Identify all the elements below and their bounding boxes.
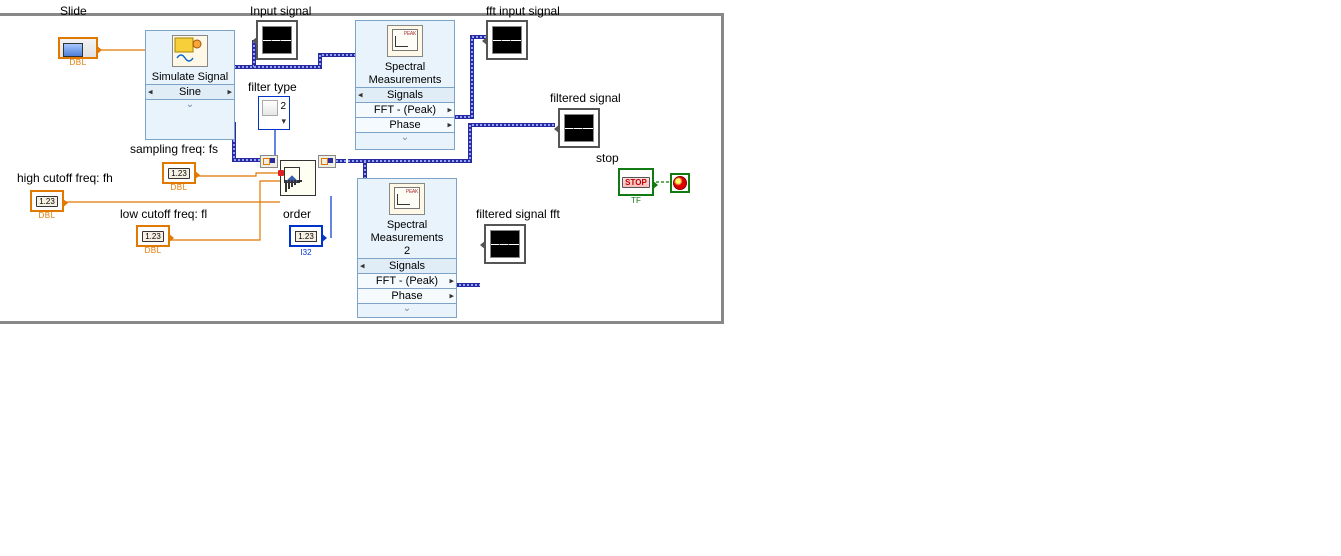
stop-dot-icon — [673, 176, 687, 190]
slide-terminal[interactable]: DBL — [58, 37, 98, 59]
spectral-measurements-2-vi[interactable]: Spectral Measurements 2 ◂Signals FFT - (… — [357, 178, 457, 318]
dbl-type-tag: DBL — [32, 211, 62, 222]
spectral-icon — [387, 25, 423, 57]
sampling-freq-terminal[interactable]: 1.23 DBL — [162, 162, 196, 184]
filter-type-value: 2 — [280, 101, 286, 112]
simulate-signal-title: Simulate Signal — [146, 69, 234, 84]
order-label: order — [283, 207, 311, 221]
dbl-badge: 1.23 — [142, 231, 164, 242]
spectral2-title-line3: 2 — [358, 245, 456, 258]
stop-button-icon: STOP — [622, 177, 650, 188]
i32-type-tag: I32 — [291, 248, 321, 257]
stop-button-terminal[interactable]: STOP TF — [618, 168, 654, 196]
dropdown-caret-icon[interactable]: ▾ — [281, 116, 286, 127]
spectral-icon — [389, 183, 425, 215]
order-terminal[interactable]: 1.23 I32 — [289, 225, 323, 247]
filtered-signal-label: filtered signal — [550, 91, 621, 105]
high-cutoff-label: high cutoff freq: fh — [17, 171, 113, 185]
simulate-signal-expand[interactable]: ⌄ — [146, 99, 234, 111]
spectral1-row-signals[interactable]: ◂Signals — [356, 87, 454, 102]
digital-filter-node[interactable] — [280, 160, 316, 196]
spectral2-row-phase[interactable]: Phase▸ — [358, 288, 456, 303]
input-signal-graph-terminal[interactable] — [256, 20, 298, 60]
sampling-freq-label: sampling freq: fs — [130, 142, 218, 156]
filtered-signal-fft-label: filtered signal fft — [476, 207, 560, 221]
convert-to-array-node[interactable] — [260, 155, 278, 168]
convert-to-dynamic-node[interactable] — [318, 155, 336, 168]
dbl-badge: 1.23 — [168, 168, 190, 179]
spectral1-row-fft[interactable]: FFT - (Peak)▸ — [356, 102, 454, 117]
simulate-signal-vi[interactable]: Simulate Signal ◂Sine▸ ⌄ — [145, 30, 235, 140]
spectral2-row-fft[interactable]: FFT - (Peak)▸ — [358, 273, 456, 288]
filtered-signal-fft-graph-terminal[interactable] — [484, 224, 526, 264]
low-cutoff-terminal[interactable]: 1.23 DBL — [136, 225, 170, 247]
dbl-type-tag: DBL — [138, 246, 168, 257]
filter-type-ring[interactable]: 2 ▾ — [258, 96, 290, 130]
tf-type-tag: TF — [620, 196, 652, 205]
input-signal-label: Input signal — [250, 4, 311, 18]
spectral-measurements-1-vi[interactable]: Spectral Measurements ◂Signals FFT - (Pe… — [355, 20, 455, 150]
dbl-badge: 1.23 — [36, 196, 58, 207]
block-diagram-canvas[interactable]: Slide DBL Simulate Signal ◂Sine▸ ⌄ Input… — [0, 0, 1341, 556]
spectral1-title-line2: Measurements — [356, 74, 454, 87]
spectral1-title-line1: Spectral — [356, 59, 454, 74]
fft-input-signal-label: fft input signal — [486, 4, 560, 18]
stop-label: stop — [596, 151, 619, 165]
filtered-signal-graph-terminal[interactable] — [558, 108, 600, 148]
spectral2-title-line2: Measurements — [358, 232, 456, 245]
spectral2-row-signals[interactable]: ◂Signals — [358, 258, 456, 273]
filter-type-label: filter type — [248, 80, 297, 94]
fft-input-signal-graph-terminal[interactable] — [486, 20, 528, 60]
simulate-signal-row-sine[interactable]: ◂Sine▸ — [146, 84, 234, 99]
simulate-signal-icon — [172, 35, 208, 67]
coercion-dot — [278, 170, 284, 176]
loop-condition-terminal[interactable] — [670, 173, 690, 193]
spectral1-expand[interactable]: ⌄ — [356, 132, 454, 144]
spectral2-title-line1: Spectral — [358, 217, 456, 232]
slide-label: Slide — [60, 4, 87, 18]
dbl-type-tag: DBL — [60, 58, 96, 69]
high-cutoff-terminal[interactable]: 1.23 DBL — [30, 190, 64, 212]
low-cutoff-label: low cutoff freq: fl — [120, 207, 207, 221]
dbl-type-tag: DBL — [164, 183, 194, 194]
spectral1-row-phase[interactable]: Phase▸ — [356, 117, 454, 132]
spectral2-expand[interactable]: ⌄ — [358, 303, 456, 315]
dbl-badge: 1.23 — [295, 231, 317, 242]
